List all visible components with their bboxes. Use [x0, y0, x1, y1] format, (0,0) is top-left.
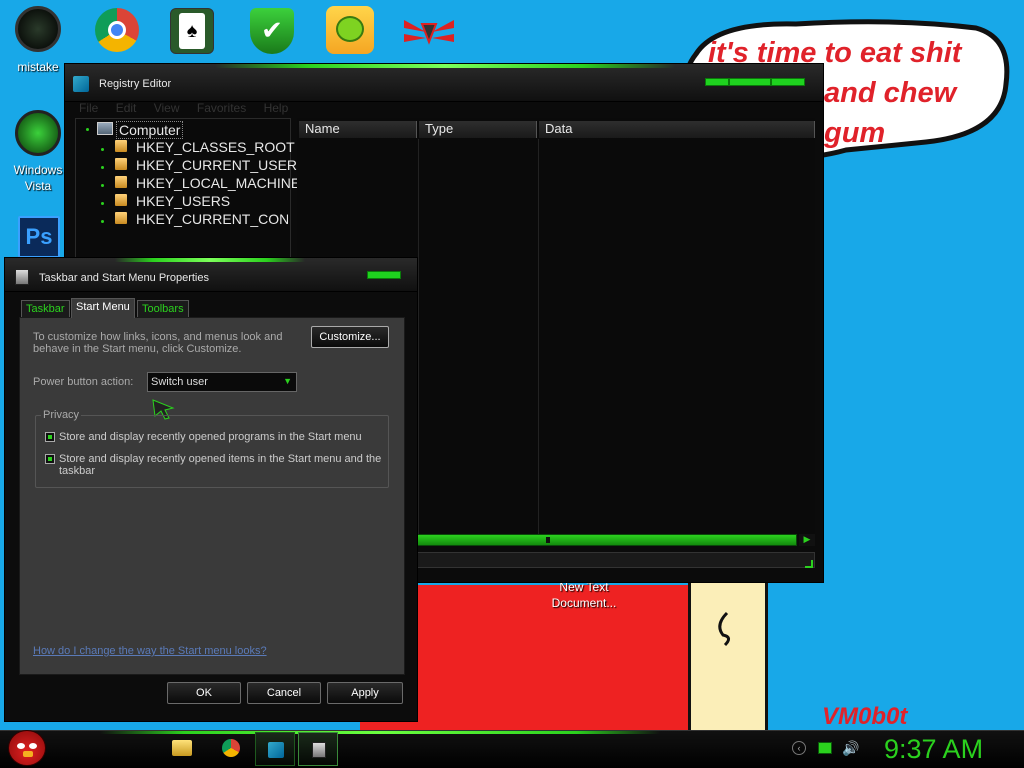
horizontal-scrollbar[interactable]: [417, 534, 797, 546]
menu-edit[interactable]: Edit: [116, 101, 137, 115]
tab-taskbar[interactable]: Taskbar: [21, 300, 70, 318]
face-curve-icon: [718, 611, 730, 647]
computer-icon: [97, 122, 113, 135]
tab-start-menu[interactable]: Start Menu: [71, 298, 135, 318]
tree-item-hkey-classes-root[interactable]: HKEY_CLASSES_ROOT: [136, 139, 295, 155]
explorer-icon[interactable]: [172, 740, 192, 756]
desktop-icon-label: mistake: [17, 60, 59, 74]
signature: VM0b0t: [822, 703, 908, 730]
folder-icon: [115, 140, 127, 152]
tree-expander: [101, 166, 104, 169]
folder-icon: [115, 176, 127, 188]
tree-item-computer[interactable]: Computer: [116, 121, 184, 139]
taskbar-registry-editor[interactable]: [255, 732, 295, 766]
taskbar-properties-icon: [312, 742, 326, 758]
tree-expander: [101, 184, 104, 187]
dialog-title: Taskbar and Start Menu Properties: [39, 272, 209, 284]
bad-piggies-icon[interactable]: [326, 6, 374, 54]
tree-expander: [86, 128, 89, 131]
menu-favorites[interactable]: Favorites: [197, 101, 246, 115]
start-button-angry-bird-icon[interactable]: [8, 730, 46, 766]
privacy-label: Privacy: [41, 409, 82, 421]
network-icon[interactable]: [818, 742, 832, 754]
chevron-down-icon: ▼: [283, 376, 292, 386]
maximize-button[interactable]: [729, 78, 771, 86]
help-link[interactable]: How do I change the way the Start menu l…: [33, 645, 267, 657]
security-shield-icon[interactable]: ✔: [250, 8, 294, 54]
registry-menubar: File Edit View Favorites Help: [79, 101, 302, 115]
registry-icon: [73, 76, 89, 92]
checkbox-store-programs-label[interactable]: Store and display recently opened progra…: [59, 431, 379, 443]
title-glow: [215, 64, 675, 68]
menu-help[interactable]: Help: [264, 101, 289, 115]
taskbar-glow: [100, 731, 660, 734]
chrome-icon[interactable]: [95, 8, 139, 52]
tree-expander: [101, 148, 104, 151]
close-button[interactable]: [771, 78, 805, 86]
registry-title: Registry Editor: [99, 78, 172, 90]
title-glow: [115, 258, 305, 262]
column-header-name[interactable]: Name: [299, 121, 417, 138]
volume-icon[interactable]: 🔊: [842, 740, 859, 757]
yellow-drawing: [688, 578, 768, 730]
solitaire-icon[interactable]: ♠: [170, 8, 214, 54]
column-divider: [538, 139, 539, 534]
checkbox-store-items-label[interactable]: Store and display recently opened items …: [59, 453, 383, 477]
tree-item-hkey-users[interactable]: HKEY_USERS: [136, 193, 230, 209]
power-button-value: Switch user: [151, 376, 208, 388]
dialog-close-button[interactable]: [367, 271, 401, 279]
taskbar-clock[interactable]: 9:37 AM: [884, 733, 983, 765]
taskbar-properties-button[interactable]: [298, 732, 338, 766]
arrow-icon[interactable]: ‹: [792, 741, 806, 755]
privacy-group: [35, 415, 389, 488]
tree-item-hkey-current-user[interactable]: HKEY_CURRENT_USER: [136, 157, 297, 173]
checkbox-store-items[interactable]: [45, 454, 55, 464]
winged-logo-icon[interactable]: [404, 16, 454, 46]
apply-button[interactable]: Apply: [327, 682, 403, 704]
recycle-bin-icon: [15, 110, 61, 156]
scroll-right-arrow-icon[interactable]: ▶: [799, 534, 815, 546]
tree-item-hkey-local-machine[interactable]: HKEY_LOCAL_MACHINE: [136, 175, 300, 191]
menu-view[interactable]: View: [154, 101, 180, 115]
desktop-file-label[interactable]: New Text Document...: [539, 579, 629, 611]
photoshop-icon[interactable]: Ps: [18, 216, 60, 258]
power-button-select[interactable]: Switch user ▼: [147, 372, 297, 392]
customize-button[interactable]: Customize...: [311, 326, 389, 348]
column-divider: [418, 139, 419, 534]
cloud-line-3: gum: [824, 117, 886, 149]
taskbar-properties-dialog: Taskbar and Start Menu Properties Taskba…: [4, 257, 418, 722]
column-header-type[interactable]: Type: [419, 121, 537, 138]
tree-expander: [101, 220, 104, 223]
tab-toolbars[interactable]: Toolbars: [137, 300, 189, 318]
cloud-line-2: and chew: [824, 77, 957, 109]
menu-file[interactable]: File: [79, 101, 98, 115]
column-header-data[interactable]: Data: [539, 121, 815, 138]
tree-item-hkey-current-config[interactable]: HKEY_CURRENT_CONFI: [136, 211, 288, 227]
tree-expander: [101, 202, 104, 205]
resize-grip-icon[interactable]: [805, 560, 813, 568]
checkbox-store-programs[interactable]: [45, 432, 55, 442]
ok-button[interactable]: OK: [167, 682, 241, 704]
minimize-button[interactable]: [705, 78, 729, 86]
start-menu-tab-panel: [19, 317, 405, 675]
desktop-icon-label: Windows Vista: [13, 163, 63, 193]
cancel-button[interactable]: Cancel: [247, 682, 321, 704]
registry-icon: [268, 742, 284, 758]
taskbar: [0, 730, 1024, 768]
mistake-icon: [15, 6, 61, 52]
folder-icon: [115, 212, 127, 224]
folder-icon: [115, 158, 127, 170]
folder-icon: [115, 194, 127, 206]
chrome-taskbar-icon[interactable]: [222, 739, 240, 757]
taskbar-properties-icon: [15, 269, 29, 285]
scroll-thumb[interactable]: [546, 537, 550, 543]
status-bar: [417, 552, 815, 568]
customize-description: To customize how links, icons, and menus…: [33, 331, 283, 355]
power-button-label: Power button action:: [33, 376, 134, 388]
